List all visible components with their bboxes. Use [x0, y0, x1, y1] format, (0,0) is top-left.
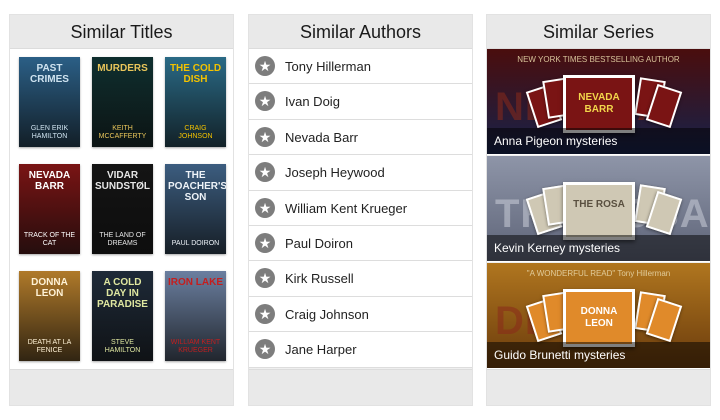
cover-author: Paul Doiron — [171, 240, 220, 247]
author-item[interactable]: ★ Tony Hillerman — [249, 49, 472, 85]
author-item[interactable]: ★ Nevada Barr — [249, 120, 472, 156]
star-icon: ★ — [255, 91, 275, 112]
series-tagline: NEW YORK TIMES BESTSELLING AUTHOR — [517, 55, 680, 64]
title-cover[interactable]: The Cold Dish Craig Johnson — [165, 57, 226, 147]
series-label: Kevin Kerney mysteries — [487, 235, 710, 261]
cover-author: William Kent Krueger — [170, 339, 221, 354]
cover-author: Glen Erik Hamilton — [30, 125, 69, 140]
author-name: Jane Harper — [285, 342, 357, 358]
author-name: Joseph Heywood — [285, 165, 385, 181]
cover-author: Track of the Cat — [23, 232, 76, 247]
cover-title: Past Crimes — [30, 63, 69, 85]
author-item[interactable]: ★ William Kent Krueger — [249, 191, 472, 226]
author-item[interactable]: ★ Joseph Heywood — [249, 155, 472, 191]
author-name: Tony Hillerman — [285, 59, 371, 74]
series-label: Anna Pigeon mysteries — [487, 128, 710, 154]
author-name: Craig Johnson — [285, 306, 369, 322]
star-icon: ★ — [255, 126, 275, 147]
cover-title: Vidar Sundstøl — [95, 170, 150, 192]
similar-authors-panel: Similar Authors ★ Tony Hillerman ★ Ivan Doi… — [248, 14, 473, 406]
star-icon: ★ — [255, 56, 275, 76]
series-front-cover-title: NEVADA BARR — [578, 92, 620, 115]
similar-series-footer — [487, 369, 710, 405]
similar-titles-heading: Similar Titles — [10, 15, 233, 49]
series-tagline: "A WONDERFUL READ" Tony Hillerman — [526, 269, 671, 278]
similar-titles-panel: Similar Titles Past Crimes Glen Erik Hami… — [9, 14, 234, 406]
title-cover[interactable]: Vidar Sundstøl The Land of Dreams — [92, 164, 153, 254]
author-name: William Kent Krueger — [285, 200, 408, 216]
similar-titles-grid: Past Crimes Glen Erik Hamilton Murders Keit… — [10, 49, 233, 369]
author-item[interactable]: ★ Craig Johnson — [249, 297, 472, 333]
cover-title: The Poacher's Son — [168, 170, 226, 203]
series-front-cover-title: THE ROSA — [573, 199, 625, 210]
author-name: Nevada Barr — [285, 129, 358, 145]
similar-series-heading: Similar Series — [487, 15, 710, 49]
star-icon: ★ — [255, 303, 275, 324]
author-item[interactable]: ★ Kirk Russell — [249, 261, 472, 297]
series-front-cover-title: DONNA LEON — [580, 306, 618, 329]
similar-authors-list: ★ Tony Hillerman ★ Ivan Doig ★ Nevada Barr ★ Jo… — [249, 49, 472, 368]
title-cover[interactable]: Nevada Barr Track of the Cat — [19, 164, 80, 254]
cover-title: Donna Leon — [31, 277, 68, 299]
series-tile[interactable]: THE ROSATHE ROSAKevin Kerney mysteries — [487, 156, 710, 262]
cover-title: A Cold Day in Paradise — [97, 277, 148, 310]
similar-authors-heading: Similar Authors — [249, 15, 472, 49]
similar-authors-footer — [249, 369, 472, 405]
series-front-cover: THE ROSA — [563, 182, 635, 240]
cover-title: The Cold Dish — [169, 63, 222, 85]
cover-author: Keith McCafferty — [98, 125, 147, 140]
author-item[interactable]: ★ Jane Harper — [249, 332, 472, 368]
cover-author: Craig Johnson — [178, 125, 213, 140]
star-icon: ★ — [255, 268, 275, 289]
star-icon: ★ — [255, 232, 275, 253]
star-icon: ★ — [255, 162, 275, 183]
author-item[interactable]: ★ Paul Doiron — [249, 226, 472, 262]
title-cover[interactable]: A Cold Day in Paradise Steve Hamilton — [92, 271, 153, 361]
author-item[interactable]: ★ Ivan Doig — [249, 84, 472, 120]
author-name: Paul Doiron — [285, 235, 353, 251]
star-icon: ★ — [255, 339, 275, 360]
similar-series-panel: Similar Series NEW YORK TIMES BESTSELLIN… — [486, 14, 711, 406]
series-tile[interactable]: "A WONDERFUL READ" Tony HillermanDEATHDO… — [487, 263, 710, 369]
cover-author: Steve Hamilton — [104, 339, 141, 354]
star-icon: ★ — [255, 197, 275, 218]
series-label: Guido Brunetti mysteries — [487, 342, 710, 368]
title-cover[interactable]: Donna Leon Death at La Fenice — [19, 271, 80, 361]
series-front-cover: DONNA LEON — [563, 289, 635, 347]
cover-author: Death at La Fenice — [27, 339, 72, 354]
title-cover[interactable]: The Poacher's Son Paul Doiron — [165, 164, 226, 254]
author-name: Kirk Russell — [285, 271, 354, 287]
cover-author: The Land of Dreams — [99, 232, 146, 247]
similar-titles-footer — [10, 369, 233, 405]
author-name: Ivan Doig — [285, 94, 340, 110]
title-cover[interactable]: Past Crimes Glen Erik Hamilton — [19, 57, 80, 147]
series-tile[interactable]: NEW YORK TIMES BESTSELLING AUTHORNEVADAN… — [487, 49, 710, 155]
cover-title: Iron Lake — [168, 277, 223, 288]
title-cover[interactable]: Iron Lake William Kent Krueger — [165, 271, 226, 361]
cover-title: Murders — [97, 63, 148, 74]
series-front-cover: NEVADA BARR — [563, 75, 635, 133]
title-cover[interactable]: Murders Keith McCafferty — [92, 57, 153, 147]
cover-title: Nevada Barr — [28, 170, 71, 192]
